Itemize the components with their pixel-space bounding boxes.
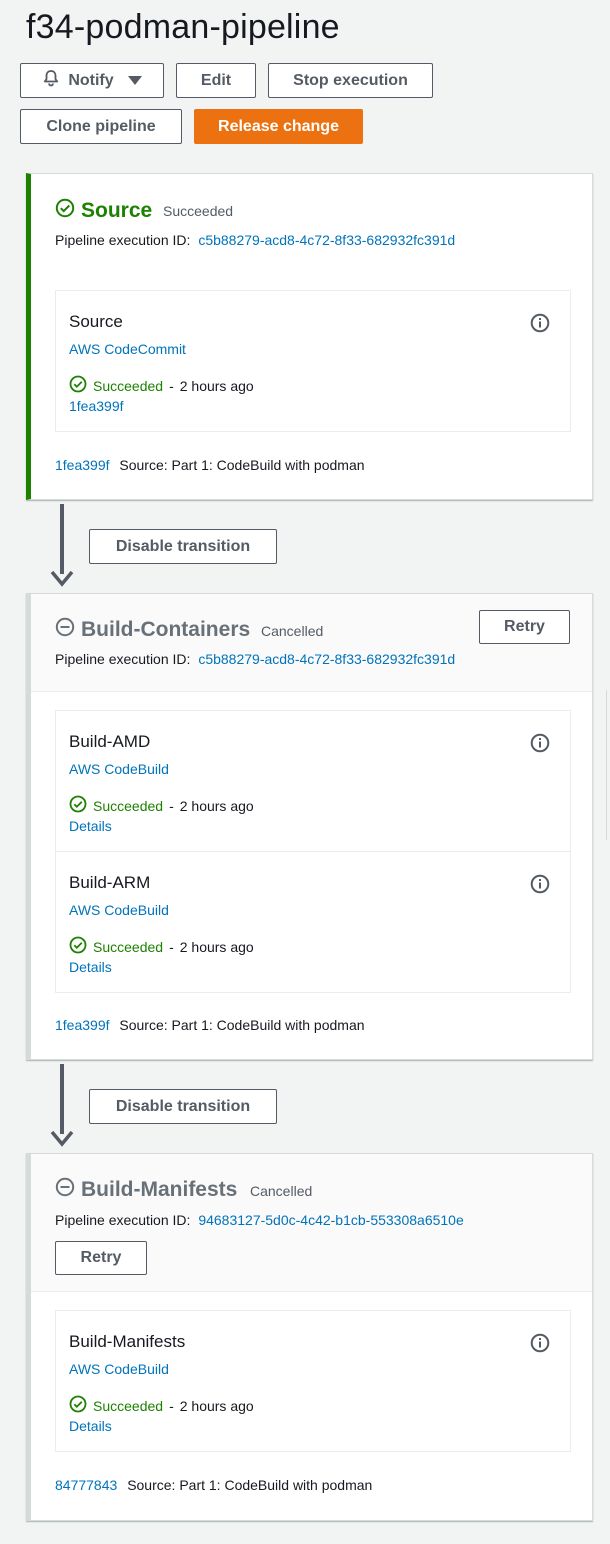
action-time: 2 hours ago	[179, 938, 254, 955]
info-icon[interactable]	[530, 733, 550, 758]
execution-id-row: Pipeline execution ID: c5b88279-acd8-4c7…	[55, 232, 455, 248]
commit-message: Source: Part 1: CodeBuild with podman	[119, 457, 365, 473]
arrow-down-icon	[50, 570, 74, 587]
provider-link[interactable]: AWS CodeCommit	[69, 341, 186, 357]
clone-pipeline-button[interactable]: Clone pipeline	[20, 109, 182, 144]
minus-circle-icon	[55, 1177, 75, 1203]
action-time: 2 hours ago	[179, 797, 254, 814]
transition: Disable transition	[40, 504, 540, 589]
release-change-button[interactable]: Release change	[194, 109, 363, 144]
action-status: Succeeded - 2 hours ago	[69, 375, 254, 396]
action-name: Build-Manifests	[69, 1332, 186, 1351]
action-name: Build-AMD	[69, 732, 151, 751]
check-circle-icon	[69, 375, 87, 396]
disable-transition-button[interactable]: Disable transition	[89, 529, 277, 564]
action-group: Source AWS CodeCommit Succeeded - 2 hour…	[55, 290, 571, 432]
stage-title: Source	[55, 198, 152, 224]
action-card: Build-Manifests AWS CodeBuild Succeeded …	[56, 1311, 570, 1451]
execution-id-link[interactable]: c5b88279-acd8-4c72-8f33-682932fc391d	[198, 651, 455, 667]
provider-link[interactable]: AWS CodeBuild	[69, 1361, 169, 1377]
check-circle-icon	[69, 936, 87, 957]
info-icon[interactable]	[530, 874, 550, 899]
notify-button[interactable]: Notify	[20, 63, 164, 98]
execution-id-label: Pipeline execution ID:	[55, 651, 191, 667]
stage-name: Source	[81, 199, 153, 222]
action-card: Source AWS CodeCommit Succeeded - 2 hour…	[56, 291, 570, 431]
stage-name: Build-Manifests	[81, 1178, 238, 1201]
check-circle-icon	[69, 795, 87, 816]
stage-source: Source Succeeded Pipeline execution ID: …	[26, 173, 593, 500]
action-card: Build-ARM AWS CodeBuild Succeeded - 2 ho…	[56, 851, 570, 992]
action-status-text: Succeeded	[93, 938, 164, 955]
stage-title: Build-Manifests	[55, 1177, 237, 1203]
commit-message: Source: Part 1: CodeBuild with podman	[127, 1477, 373, 1493]
details-link[interactable]: Details	[69, 1418, 112, 1434]
scroll-edge	[606, 690, 610, 840]
chevron-down-icon	[127, 76, 142, 85]
minus-circle-icon	[55, 617, 75, 643]
commit-id-link[interactable]: 1fea399f	[55, 1017, 110, 1033]
commit-line: 84777843 Source: Part 1: CodeBuild with …	[55, 1477, 372, 1493]
retry-button[interactable]: Retry	[55, 1241, 147, 1275]
execution-id-row: Pipeline execution ID: c5b88279-acd8-4c7…	[55, 651, 455, 667]
action-group: Build-AMD AWS CodeBuild Succeeded - 2 ho…	[55, 710, 571, 993]
execution-id-link[interactable]: c5b88279-acd8-4c72-8f33-682932fc391d	[198, 232, 455, 248]
stop-execution-button[interactable]: Stop execution	[268, 63, 433, 98]
stage-status: Cancelled	[261, 623, 324, 639]
action-card: Build-AMD AWS CodeBuild Succeeded - 2 ho…	[56, 711, 570, 851]
retry-button[interactable]: Retry	[479, 610, 570, 644]
stage-build-manifests: Build-Manifests Cancelled Pipeline execu…	[26, 1153, 593, 1521]
provider-link[interactable]: AWS CodeBuild	[69, 761, 169, 777]
action-status: Succeeded - 2 hours ago	[69, 1395, 254, 1416]
action-status: Succeeded - 2 hours ago	[69, 936, 254, 957]
action-status: Succeeded - 2 hours ago	[69, 795, 254, 816]
action-commit-link[interactable]: 1fea399f	[69, 398, 124, 414]
execution-id-link[interactable]: 94683127-5d0c-4c42-b1cb-553308a6510e	[198, 1212, 463, 1228]
commit-message: Source: Part 1: CodeBuild with podman	[119, 1017, 365, 1033]
action-status-text: Succeeded	[93, 1397, 164, 1414]
arrow-down-icon	[50, 1130, 74, 1147]
page-title: f34-podman-pipeline	[26, 8, 340, 46]
disable-transition-button[interactable]: Disable transition	[89, 1089, 277, 1124]
action-time: 2 hours ago	[179, 1397, 254, 1414]
stage-header: Build-Manifests Cancelled Pipeline execu…	[31, 1154, 592, 1292]
bell-icon	[42, 69, 60, 92]
commit-id-link[interactable]: 84777843	[55, 1477, 117, 1493]
check-circle-icon	[69, 1395, 87, 1416]
info-icon[interactable]	[530, 1333, 550, 1358]
action-name: Source	[69, 312, 123, 331]
info-icon[interactable]	[530, 313, 550, 338]
stage-header: Build-Containers Cancelled Retry Pipelin…	[31, 594, 592, 692]
action-group: Build-Manifests AWS CodeBuild Succeeded …	[55, 1310, 571, 1452]
provider-link[interactable]: AWS CodeBuild	[69, 902, 169, 918]
action-time: 2 hours ago	[179, 377, 254, 394]
stage-title: Build-Containers	[55, 617, 250, 643]
commit-id-link[interactable]: 1fea399f	[55, 457, 110, 473]
stage-status: Cancelled	[250, 1183, 313, 1199]
execution-id-label: Pipeline execution ID:	[55, 1212, 191, 1228]
details-link[interactable]: Details	[69, 818, 112, 834]
notify-label: Notify	[68, 71, 114, 89]
action-status-text: Succeeded	[93, 797, 164, 814]
action-name: Build-ARM	[69, 873, 151, 892]
stage-status: Succeeded	[163, 203, 234, 219]
transition: Disable transition	[40, 1064, 540, 1149]
action-status-text: Succeeded	[93, 377, 164, 394]
stage-name: Build-Containers	[81, 618, 251, 641]
commit-line: 1fea399f Source: Part 1: CodeBuild with …	[55, 1017, 365, 1033]
execution-id-row: Pipeline execution ID: 94683127-5d0c-4c4…	[55, 1212, 464, 1228]
stage-build-containers: Build-Containers Cancelled Retry Pipelin…	[26, 593, 593, 1060]
commit-line: 1fea399f Source: Part 1: CodeBuild with …	[55, 457, 365, 473]
details-link[interactable]: Details	[69, 959, 112, 975]
edit-button[interactable]: Edit	[176, 63, 256, 98]
check-circle-icon	[55, 198, 75, 224]
execution-id-label: Pipeline execution ID:	[55, 232, 191, 248]
